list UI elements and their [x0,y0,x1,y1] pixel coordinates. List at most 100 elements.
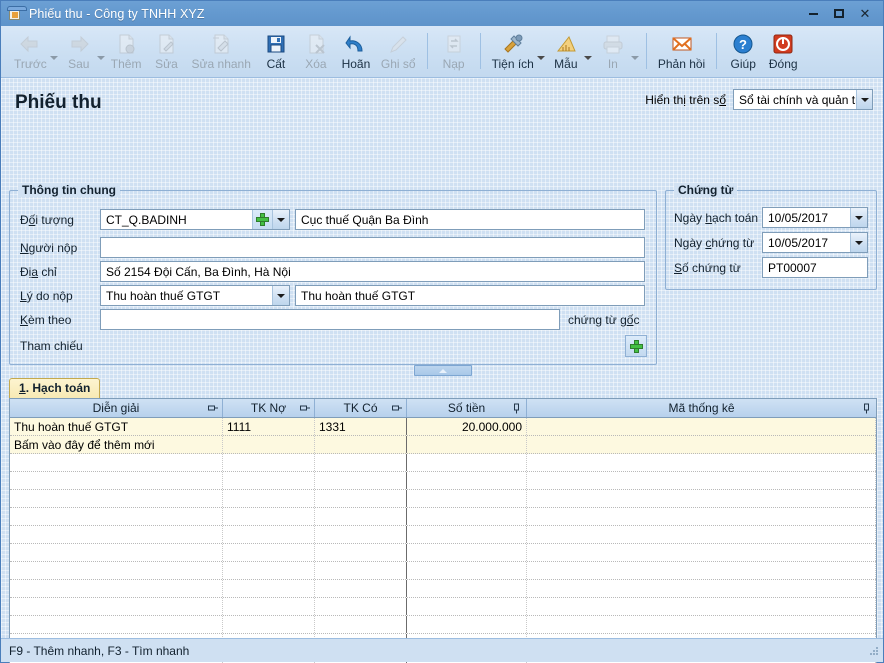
grid-cell[interactable] [315,472,407,489]
grid-cell[interactable]: Bấm vào đây để thêm mới [10,436,223,453]
grid-cell[interactable] [315,526,407,543]
pin-icon[interactable] [392,404,402,413]
ly-do-nop-code-combo[interactable]: Thu hoàn thuế GTGT [100,285,290,306]
grid-cell[interactable] [315,454,407,471]
pin-icon[interactable] [300,404,310,413]
doi-tuong-name-input[interactable]: Cục thuế Quận Ba Đình [295,209,645,230]
grid-cell[interactable] [407,526,527,543]
kem-theo-input[interactable] [100,309,560,330]
grid-empty-row[interactable] [10,526,876,544]
grid-empty-row[interactable] [10,544,876,562]
grid-cell[interactable] [527,418,876,435]
add-plus-icon[interactable] [252,210,272,229]
grid-cell[interactable] [223,580,315,597]
grid-cell[interactable] [315,562,407,579]
grid-cell[interactable] [407,616,527,633]
grid-empty-row[interactable] [10,508,876,526]
grid-empty-row[interactable] [10,490,876,508]
grid-cell[interactable] [10,454,223,471]
grid-cell[interactable] [407,508,527,525]
grid-column-header[interactable]: TK Có [315,399,407,417]
grid-cell[interactable] [407,490,527,507]
accounting-grid[interactable]: Diễn giải TK Nợ TK Có Số tiền Mã thống kê Th… [9,398,877,663]
grid-column-header[interactable]: Số tiền [407,399,527,417]
grid-cell[interactable] [315,490,407,507]
toolbar-button-save[interactable]: Cất [256,29,296,71]
grid-cell[interactable] [315,436,407,453]
grid-cell[interactable] [223,508,315,525]
nguoi-nop-input[interactable] [100,237,645,258]
toolbar-button-mail[interactable]: Phản hồi [653,29,710,71]
grid-cell[interactable] [407,598,527,615]
toolbar-button-help[interactable]: ? Giúp [723,29,763,71]
grid-cell[interactable] [527,472,876,489]
grid-cell[interactable]: 1111 [223,418,315,435]
grid-cell[interactable] [223,454,315,471]
grid-cell[interactable] [223,436,315,453]
grid-cell[interactable] [407,562,527,579]
grid-new-row[interactable]: Bấm vào đây để thêm mới [10,436,876,454]
chevron-down-icon[interactable] [272,210,289,229]
ngay-hach-toan-datepicker[interactable]: 10/05/2017 [762,207,868,228]
grid-cell[interactable] [223,544,315,561]
grid-cell[interactable] [10,472,223,489]
grid-cell[interactable] [10,526,223,543]
grid-cell[interactable] [527,508,876,525]
grid-cell[interactable] [527,490,876,507]
grid-cell[interactable] [10,544,223,561]
collapse-up-icon[interactable] [414,365,472,376]
grid-empty-row[interactable] [10,598,876,616]
grid-cell[interactable] [315,598,407,615]
grid-cell[interactable] [10,580,223,597]
close-button[interactable]: ✕ [857,6,873,22]
grid-cell[interactable] [10,508,223,525]
grid-cell[interactable] [315,508,407,525]
chevron-down-icon[interactable] [272,286,289,305]
grid-cell[interactable] [315,544,407,561]
grid-cell[interactable] [10,598,223,615]
grid-cell[interactable] [527,580,876,597]
grid-cell[interactable] [315,580,407,597]
pin-icon[interactable] [208,404,218,413]
tab-hach-toan[interactable]: 1. Hạch toán [9,378,101,398]
grid-cell[interactable] [223,490,315,507]
grid-cell[interactable] [407,436,527,453]
grid-column-header[interactable]: TK Nợ [223,399,315,417]
grid-column-header[interactable]: Mã thống kê [527,399,876,417]
grid-cell[interactable] [223,472,315,489]
grid-cell[interactable] [223,616,315,633]
grid-cell[interactable] [527,562,876,579]
add-attachment-icon[interactable] [625,335,647,357]
grid-cell[interactable]: Thu hoàn thuế GTGT [10,418,223,435]
grid-cell[interactable] [527,436,876,453]
grid-column-header[interactable]: Diễn giải [10,399,223,417]
toolbar-button-tools[interactable]: Tiện ích [487,29,539,71]
toolbar-button-close-power[interactable]: Đóng [763,29,803,71]
grid-cell[interactable] [527,616,876,633]
ly-do-nop-name-input[interactable]: Thu hoàn thuế GTGT [295,285,645,306]
grid-cell[interactable] [223,562,315,579]
grid-empty-row[interactable] [10,580,876,598]
grid-cell[interactable]: 20.000.000 [407,418,527,435]
grid-empty-row[interactable] [10,616,876,634]
grid-cell[interactable]: 1331 [315,418,407,435]
grid-cell[interactable] [223,598,315,615]
maximize-button[interactable] [831,6,847,22]
minimize-button[interactable] [805,6,821,22]
table-row[interactable]: Thu hoàn thuế GTGT 1111 1331 20.000.000 [10,418,876,436]
pin-icon[interactable] [862,403,871,414]
doi-tuong-code-combo[interactable]: CT_Q.BADINH [100,209,290,230]
grid-empty-row[interactable] [10,562,876,580]
chevron-down-icon[interactable] [850,208,867,227]
grid-empty-row[interactable] [10,454,876,472]
grid-cell[interactable] [527,526,876,543]
grid-empty-row[interactable] [10,472,876,490]
grid-cell[interactable] [10,490,223,507]
resize-grip-icon[interactable] [868,644,880,657]
grid-body[interactable]: Thu hoàn thuế GTGT 1111 1331 20.000.000 Bấm … [10,418,876,663]
grid-cell[interactable] [527,454,876,471]
grid-cell[interactable] [407,472,527,489]
grid-cell[interactable] [407,454,527,471]
dia-chi-input[interactable]: Số 2154 Đội Cấn, Ba Đình, Hà Nội [100,261,645,282]
chevron-down-icon[interactable] [850,233,867,252]
